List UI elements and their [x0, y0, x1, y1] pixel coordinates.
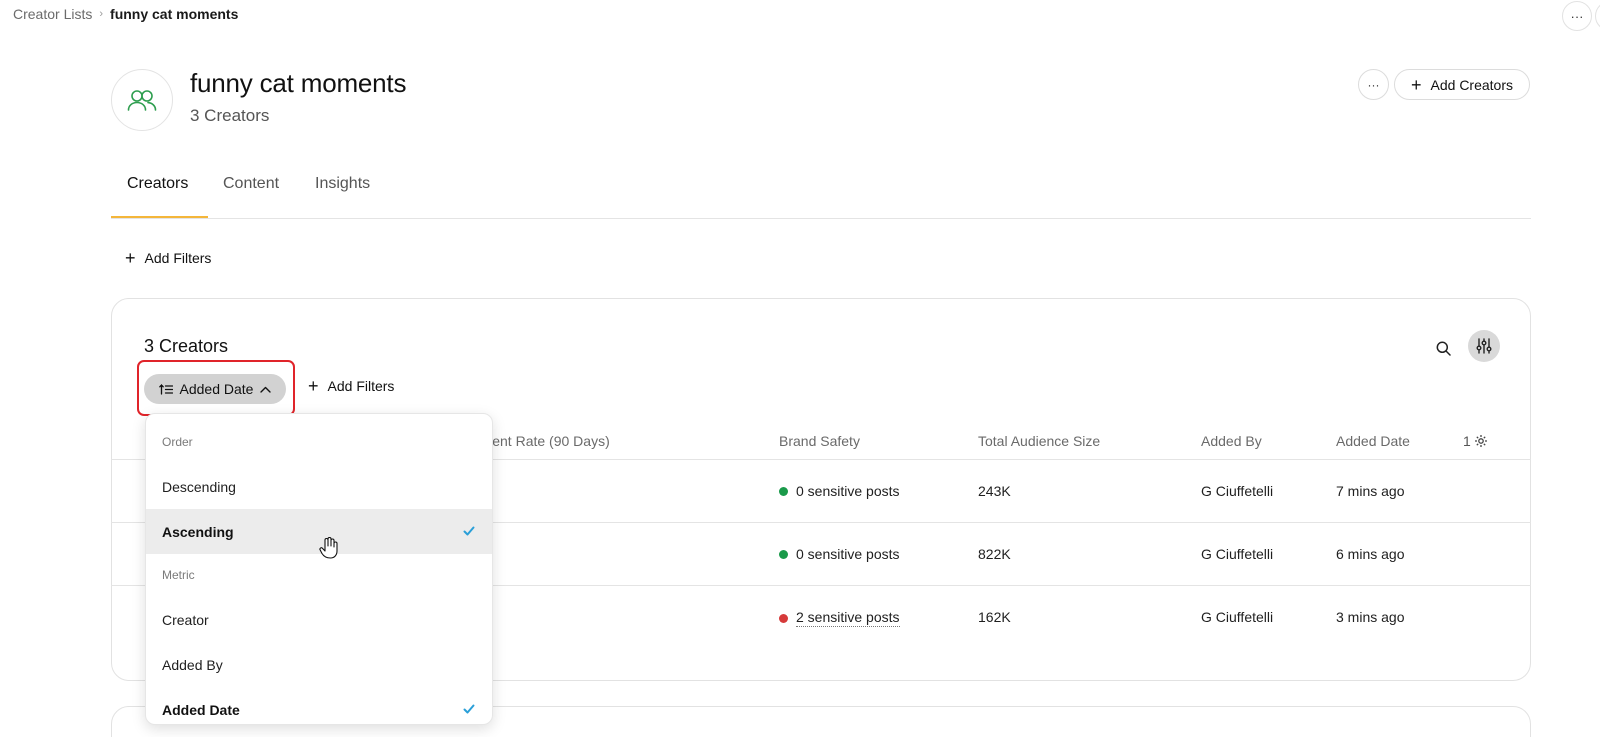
tab-creators[interactable]: Creators	[127, 175, 188, 193]
creator-count: 3 Creators	[190, 106, 270, 125]
sort-label: Added Date	[179, 381, 254, 397]
column-settings[interactable]: 1	[1463, 433, 1488, 449]
breadcrumb-link-creator-lists[interactable]: Creator Lists	[13, 6, 92, 22]
tab-content[interactable]: Content	[223, 175, 279, 193]
page-title: funny cat moments	[190, 68, 407, 98]
search-icon	[1436, 341, 1451, 356]
status-dot-icon	[779, 613, 788, 623]
search-button[interactable]	[1432, 337, 1454, 359]
more-icon: ···	[1367, 77, 1380, 92]
added-date-cell: 7 mins ago	[1336, 483, 1405, 499]
hand-cursor-icon	[319, 537, 338, 559]
column-added-date[interactable]: Added Date	[1336, 433, 1410, 449]
tab-insights[interactable]: Insights	[315, 175, 370, 193]
added-by-cell: G Ciuffetelli	[1201, 546, 1274, 562]
metric-option-added-by[interactable]: Added By	[146, 642, 492, 687]
checkmark-icon	[463, 526, 475, 536]
brand-safety-cell: 0 sensitive posts	[779, 483, 900, 499]
add-filters-button[interactable]: + Add Filters	[125, 249, 211, 267]
audience-size-cell: 822K	[978, 546, 1011, 562]
option-label: Ascending	[162, 523, 234, 540]
add-creators-button[interactable]: + Add Creators	[1394, 69, 1530, 100]
sort-button[interactable]: Added Date	[144, 374, 286, 404]
metric-section-header: Metric	[162, 568, 195, 582]
column-brand-safety[interactable]: Brand Safety	[779, 433, 860, 449]
added-date-cell: 6 mins ago	[1336, 546, 1405, 562]
card-title: 3 Creators	[144, 336, 229, 356]
hidden-columns-count: 1	[1463, 433, 1471, 449]
plus-icon: +	[1411, 74, 1422, 95]
column-settings-button[interactable]	[1468, 330, 1500, 362]
list-more-button[interactable]: ···	[1358, 69, 1389, 100]
option-label: Creator	[162, 611, 209, 628]
sort-dropdown-menu: Order Descending Ascending Metric Creato…	[145, 413, 493, 725]
chevron-right-icon: ›	[99, 8, 104, 20]
users-icon	[127, 90, 157, 111]
plus-icon: +	[125, 248, 136, 268]
card-add-filters-button[interactable]: + Add Filters	[308, 377, 394, 395]
more-icon: ···	[1570, 8, 1584, 24]
audience-size-cell: 162K	[978, 609, 1011, 625]
list-avatar	[111, 69, 173, 131]
status-dot-icon	[779, 549, 788, 559]
active-tab-indicator	[111, 216, 208, 218]
add-creators-label: Add Creators	[1430, 76, 1513, 93]
card-add-filters-label: Add Filters	[327, 378, 395, 394]
metric-option-creator[interactable]: Creator	[146, 597, 492, 642]
column-total-audience-size[interactable]: Total Audience Size	[978, 433, 1100, 449]
added-by-cell: G Ciuffetelli	[1201, 609, 1274, 625]
tab-bar: Creators Content Insights	[111, 172, 1531, 219]
brand-safety-value: 0 sensitive posts	[796, 546, 900, 562]
checkmark-icon	[463, 704, 475, 714]
metric-option-added-date[interactable]: Added Date	[146, 687, 492, 724]
sort-option-descending[interactable]: Descending	[146, 464, 492, 509]
plus-icon: +	[308, 376, 319, 396]
sort-order-icon	[158, 383, 173, 395]
brand-safety-value[interactable]: 2 sensitive posts	[796, 609, 900, 627]
add-filters-label: Add Filters	[144, 250, 212, 266]
breadcrumb: Creator Lists › funny cat moments	[13, 6, 238, 22]
page-more-button[interactable]: ···	[1562, 1, 1592, 31]
brand-safety-cell: 0 sensitive posts	[779, 546, 900, 562]
option-label: Added By	[162, 656, 223, 673]
order-section-header: Order	[162, 435, 193, 449]
option-label: Added Date	[162, 701, 240, 718]
status-dot-icon	[779, 486, 788, 496]
option-label: Descending	[162, 478, 236, 495]
gear-icon	[1474, 435, 1487, 447]
added-date-cell: 3 mins ago	[1336, 609, 1405, 625]
brand-safety-cell: 2 sensitive posts	[779, 609, 900, 627]
added-by-cell: G Ciuffetelli	[1201, 483, 1274, 499]
breadcrumb-current: funny cat moments	[110, 6, 239, 22]
brand-safety-value: 0 sensitive posts	[796, 483, 900, 499]
chevron-up-icon	[260, 386, 272, 393]
sliders-icon	[1476, 338, 1492, 354]
page-secondary-button[interactable]	[1595, 1, 1600, 31]
column-added-by[interactable]: Added By	[1201, 433, 1262, 449]
audience-size-cell: 243K	[978, 483, 1011, 499]
